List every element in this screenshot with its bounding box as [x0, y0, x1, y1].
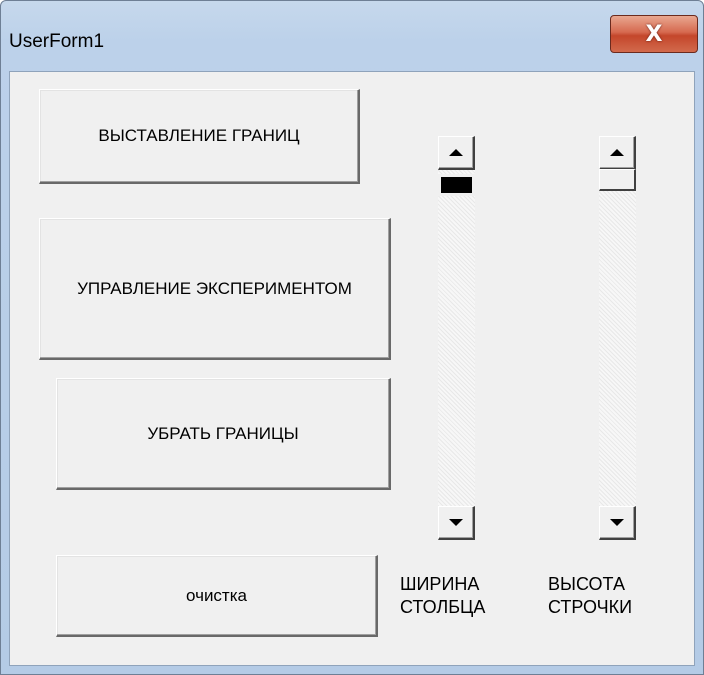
arrow-up-icon	[610, 149, 624, 156]
arrow-down-icon	[449, 519, 463, 526]
column-width-label-line1: ШИРИНА	[400, 574, 480, 594]
row-height-scroll-up-button[interactable]	[599, 136, 636, 170]
window-title: UserForm1	[9, 31, 105, 52]
row-height-label-line1: ВЫСОТА	[548, 574, 625, 594]
row-height-scroll-thumb[interactable]	[599, 169, 636, 191]
row-height-label: ВЫСОТА СТРОЧКИ	[548, 573, 632, 619]
column-width-scroll-thumb[interactable]	[438, 174, 475, 196]
close-icon: X	[645, 21, 663, 47]
row-height-label-line2: СТРОЧКИ	[548, 597, 633, 617]
experiment-control-button[interactable]: УПРАВЛЕНИЕ ЭКСПЕРИМЕНТОМ	[39, 218, 391, 360]
arrow-up-icon	[449, 149, 463, 156]
column-width-scroll-up-button[interactable]	[438, 136, 475, 170]
column-width-scroll-down-button[interactable]	[438, 506, 475, 540]
userform-window: UserForm1 X ВЫСТАВЛЕНИЕ ГРАНИЦ УПРАВЛЕНИ…	[0, 0, 704, 675]
row-height-scroll-down-button[interactable]	[599, 506, 636, 540]
row-height-scrollbar[interactable]	[599, 136, 636, 540]
clear-button[interactable]: очистка	[56, 555, 378, 637]
column-width-label-line2: СТОЛБЦА	[400, 597, 486, 617]
title-bar[interactable]: UserForm1 X	[1, 1, 703, 71]
set-borders-button[interactable]: ВЫСТАВЛЕНИЕ ГРАНИЦ	[39, 89, 360, 184]
form-client-area: ВЫСТАВЛЕНИЕ ГРАНИЦ УПРАВЛЕНИЕ ЭКСПЕРИМЕН…	[9, 71, 695, 666]
close-button[interactable]: X	[610, 15, 698, 53]
arrow-down-icon	[610, 519, 624, 526]
column-width-scrollbar[interactable]	[438, 136, 475, 540]
remove-borders-button[interactable]: УБРАТЬ ГРАНИЦЫ	[56, 378, 391, 490]
column-width-label: ШИРИНА СТОЛБЦА	[400, 573, 485, 619]
